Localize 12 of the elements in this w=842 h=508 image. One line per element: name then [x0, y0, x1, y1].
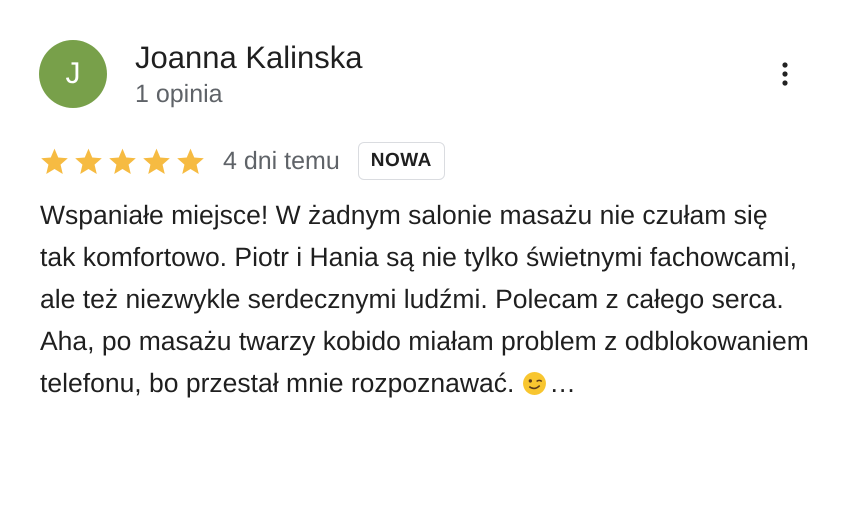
read-more-ellipsis[interactable]: …: [549, 362, 576, 404]
review-text: Aha, po masażu twarzy kobido miałam problem z odblokowaniem: [40, 325, 809, 358]
wink-emoji-icon: [522, 370, 548, 396]
review-date: 4 dni temu: [223, 146, 340, 176]
new-badge: NOWA: [358, 142, 445, 180]
review-text: ale też niezwykle serdecznymi ludźmi. Polecam z całego serca.: [40, 283, 784, 316]
review-count: 1 opinia: [135, 79, 224, 110]
avatar: J: [39, 40, 107, 108]
review-text: telefonu, bo przestał mnie rozpoznawać.: [40, 367, 514, 400]
review-text: tak komfortowo. Piotr i Hania są nie tylko świetnymi fachowcami,: [40, 241, 797, 274]
author-name[interactable]: Joanna Kalinska: [135, 38, 774, 78]
review-text: Wspaniałe miejsce! W żadnym salonie masażu nie czułam się: [40, 199, 768, 232]
